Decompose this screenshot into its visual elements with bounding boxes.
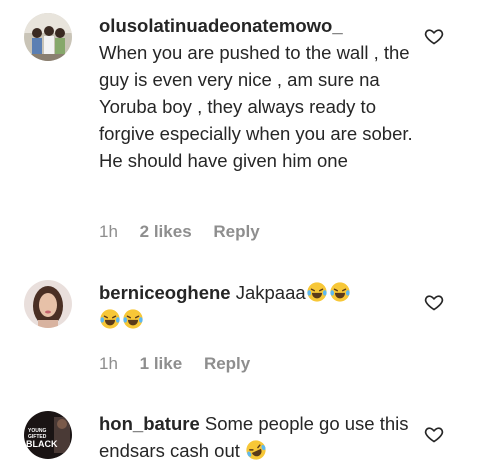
avatar-photo [24, 13, 72, 61]
comment-username[interactable]: berniceoghene [99, 282, 231, 303]
comment-time: 1h [99, 222, 118, 241]
comment-meta: 1h 2 likes Reply [99, 222, 277, 242]
laughing-crying-emoji-icon [100, 309, 120, 329]
avatar-logo: YOUNG GIFTED BLACK [24, 411, 72, 459]
heart-icon[interactable] [424, 424, 444, 444]
heart-icon[interactable] [424, 26, 444, 46]
likes-count[interactable]: 1 like [140, 354, 183, 373]
comment-body: hon_bature Some people go use this endsa… [99, 410, 419, 464]
comment-text: Jakpaaa [235, 282, 306, 303]
reply-button[interactable]: Reply [204, 354, 250, 373]
likes-count[interactable]: 2 likes [140, 222, 192, 241]
avatar[interactable]: YOUNG GIFTED BLACK [24, 411, 72, 459]
comment-body: berniceoghene Jakpaaa [99, 279, 419, 333]
laughing-crying-emoji-icon [330, 282, 350, 302]
avatar[interactable] [24, 280, 72, 328]
avatar-photo [24, 280, 72, 328]
comment-meta: 1h 1 like Reply [99, 354, 267, 374]
comment-body: olusolatinuadeonatemowo_ When you are pu… [99, 12, 419, 174]
avatar[interactable] [24, 13, 72, 61]
avatar-text-3: BLACK [26, 439, 58, 449]
comment-username[interactable]: hon_bature [99, 413, 200, 434]
comment-time: 1h [99, 354, 118, 373]
laughing-crying-emoji-icon [307, 282, 327, 302]
laughing-crying-emoji-icon [123, 309, 143, 329]
comment-text: When you are pushed to the wall , the gu… [99, 42, 413, 171]
rolling-laughing-emoji-icon [246, 440, 266, 460]
comment-username[interactable]: olusolatinuadeonatemowo_ [99, 12, 419, 39]
heart-icon[interactable] [424, 292, 444, 312]
reply-button[interactable]: Reply [213, 222, 259, 241]
